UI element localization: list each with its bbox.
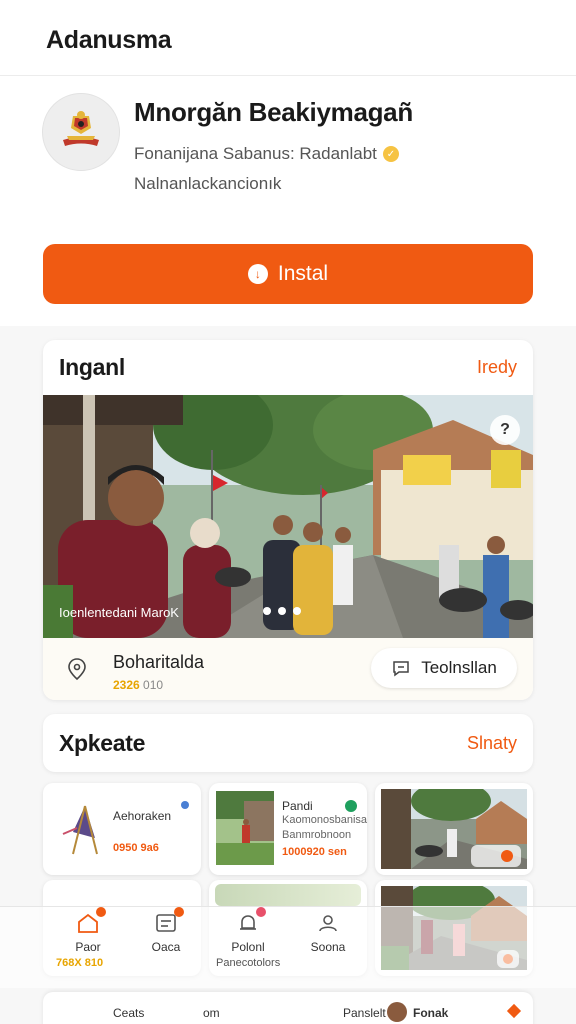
strip-mid-label: om [203,1006,220,1020]
nav-sub-left: 768X 810 [56,957,104,969]
nav-item-notifications[interactable]: Polonl [208,907,288,954]
play-overlay[interactable] [471,845,521,867]
location-pin-icon [68,658,86,681]
contact-button[interactable]: Teolnsllan [371,648,517,688]
photo-caption: Ioenlentedani MaroK [59,605,179,620]
home-icon [76,907,106,934]
carousel-dot[interactable] [278,607,286,615]
nav-item-home[interactable]: Paor [48,907,128,954]
location-meta-highlight: 2326 [113,678,140,692]
nav-item-profile[interactable]: Soona [288,912,368,954]
location-meta: 2326 010 [113,678,163,692]
explore-see-all-link[interactable]: Slnaty [467,733,517,754]
tile-price: 0950 9a6 [113,842,159,854]
tile-subtitle: Kaomonosbanisakol Banmrobnoon [282,814,367,841]
tile-thumbnail-image [216,791,274,865]
install-button[interactable]: ↓ Instal [43,244,533,304]
location-name: Boharitalda [113,652,205,672]
tile-name: Aehoraken [113,809,172,823]
bottom-nav: Paor Oaca Polonl Soona 768X 810 Panecoto… [0,906,576,988]
location-row[interactable]: Boharitalda 2326 010 Teolnsllan [43,638,533,700]
install-label: Instal [277,262,329,285]
bottom-strip: Ceats om Panslelt Fonak [43,992,533,1024]
developer-row[interactable]: Fonanijana Sabanus: Radanlabt ✓ [134,144,399,164]
nav-label: Soona [310,940,346,954]
download-icon: ↓ [247,264,268,284]
top-bar: Adanusma [0,0,576,76]
play-icon [501,850,513,862]
chevron-icon[interactable] [506,1003,522,1019]
nav-sub-mid: Panecotolors [216,957,281,969]
explore-photo-tile[interactable] [375,783,533,875]
status-dot-icon [345,800,357,812]
location-meta-rest: 010 [143,678,164,692]
carousel-dots[interactable] [263,607,301,615]
explore-title: Xpkeate [59,730,146,756]
verified-icon: ✓ [382,146,399,162]
nav-label: Polonl [231,940,265,954]
developer-name[interactable]: Fonanijana Sabanus: Radanlabt [134,144,377,164]
app-category: Nalnanlackancionık [134,174,282,193]
contact-label: Teolnsllan [421,658,497,677]
tile-price: 1000920 sen [282,846,347,858]
nav-label: Paor [75,940,101,954]
strip-left-label: Ceats [113,1006,145,1020]
bell-icon [236,907,266,934]
strip-right-name: Fonak [413,1006,449,1020]
carousel-dot[interactable] [263,607,271,615]
tile-thumbnail-image [215,884,361,906]
chat-icon [393,661,409,677]
profile-icon [316,912,340,934]
list-icon [154,907,184,934]
page-title: Adanusma [46,26,172,54]
explore-header: Xpkeate Slnaty [43,714,533,772]
nav-item-list[interactable]: Oaca [126,907,206,954]
app-logo [42,93,120,171]
strip-right-label: Panslelt [343,1006,386,1020]
avatar[interactable] [387,1002,407,1022]
help-button[interactable]: ? [490,415,520,445]
status-dot-icon [181,801,189,809]
nav-label: Oaca [151,940,181,954]
gallery-title: Inganl [59,354,125,380]
tile-name: Pandi [282,799,313,813]
emblem-icon [63,111,99,146]
street-scene-image [43,395,533,638]
carousel-dot[interactable] [293,607,301,615]
pennant-icon [62,805,98,855]
gallery-card: Inganl Iredy Ioenlentedani MaroK ? Bohar… [43,340,533,700]
app-name: Mnorgăn Beakiymagañ [134,97,413,127]
gallery-see-all-link[interactable]: Iredy [477,357,517,378]
hero-photo[interactable]: Ioenlentedani MaroK ? [43,395,533,638]
app-profile: Mnorgăn Beakiymagañ Fonanijana Sabanus: … [0,76,576,326]
explore-tile[interactable]: Aehoraken 0950 9a6 [43,783,201,875]
explore-tile[interactable]: Pandi Kaomonosbanisakol Banmrobnoon 1000… [209,783,367,875]
